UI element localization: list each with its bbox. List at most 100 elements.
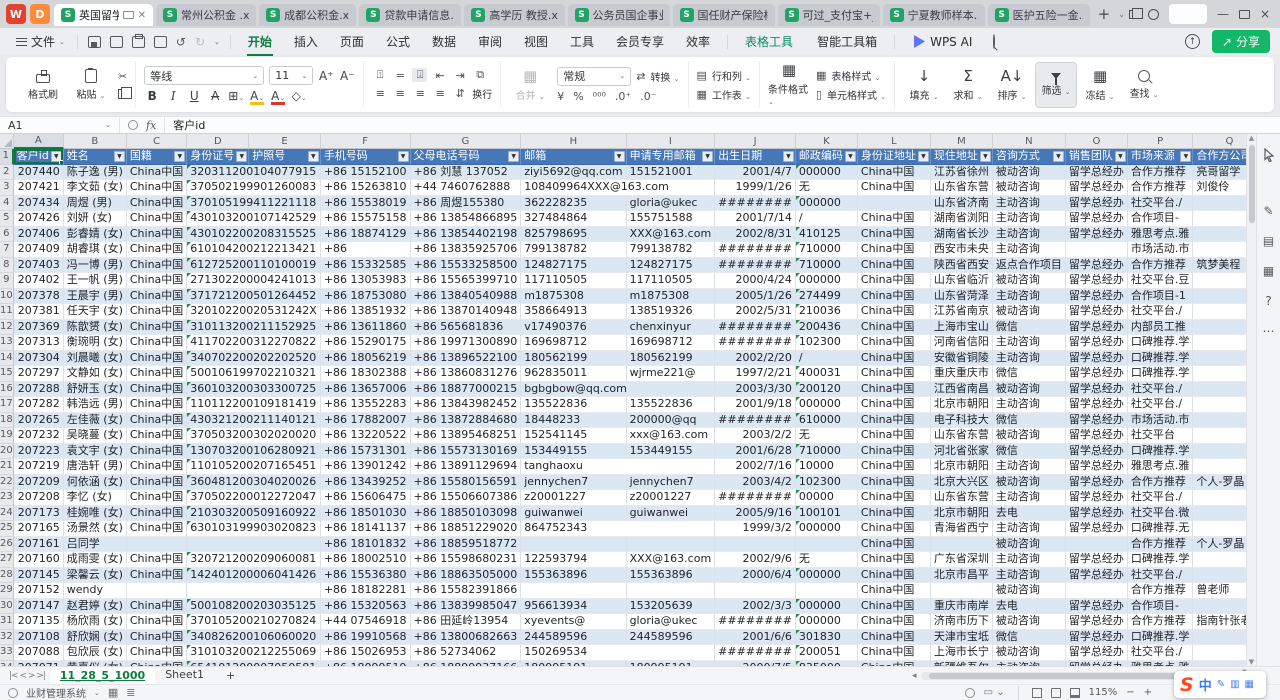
cell[interactable]: 周煜 (男) bbox=[64, 196, 127, 212]
cell[interactable]: China中国 bbox=[858, 273, 931, 289]
cell[interactable]: 冯一博 (男) bbox=[64, 258, 127, 274]
cell[interactable]: 210036 bbox=[796, 304, 858, 320]
cell[interactable]: 799138782 bbox=[627, 242, 716, 258]
cell[interactable]: 社交平台./ bbox=[1128, 490, 1194, 506]
cell[interactable]: 社交平台.微 bbox=[1128, 506, 1194, 522]
cell[interactable]: 微信 bbox=[993, 366, 1066, 382]
number-format-select[interactable]: 常规⌄ bbox=[557, 67, 631, 86]
cell[interactable]: 000000 bbox=[796, 614, 858, 630]
cell[interactable]: +86 13896522100 bbox=[411, 351, 522, 367]
row-number[interactable]: 6 bbox=[0, 227, 14, 243]
cell[interactable]: gloria@ukec bbox=[627, 614, 716, 630]
italic-button[interactable]: I bbox=[165, 89, 181, 103]
ime-mic-icon[interactable]: ▥ bbox=[1230, 679, 1239, 690]
cell[interactable]: China中国 bbox=[127, 289, 187, 305]
cell[interactable] bbox=[1066, 583, 1128, 599]
spreadsheet-grid[interactable]: ABCDEFGHIJKLMNOPQRSTU1客户id▼姓名▼国籍▼身份证号▼护照… bbox=[0, 134, 1246, 666]
cell[interactable] bbox=[127, 537, 187, 553]
cell[interactable]: 310103200212255069 bbox=[187, 645, 321, 661]
cell[interactable]: 142401200006041426 bbox=[187, 568, 321, 584]
cell[interactable]: 口碑推荐.学 bbox=[1128, 552, 1194, 568]
header-cell[interactable]: 市场来源▼ bbox=[1128, 149, 1194, 165]
cell[interactable]: 000000 bbox=[796, 273, 858, 289]
cell[interactable]: 2001/6/28 bbox=[715, 444, 796, 460]
cell[interactable]: 江苏省南京 bbox=[931, 304, 993, 320]
cell[interactable]: 济南市历下 bbox=[931, 614, 993, 630]
cell[interactable]: 371721200501264452 bbox=[187, 289, 321, 305]
cell[interactable]: +86 13854402198 bbox=[411, 227, 522, 243]
cell[interactable]: 山东省济南 bbox=[931, 196, 993, 212]
page-break-icon[interactable] bbox=[1070, 688, 1080, 698]
cell[interactable]: ######## bbox=[715, 645, 796, 661]
cell[interactable]: 360103200303300725 bbox=[187, 382, 321, 398]
cell[interactable]: +86 13220522 bbox=[321, 428, 411, 444]
cell[interactable]: 成雨雯 (女) bbox=[64, 552, 127, 568]
cell[interactable] bbox=[1193, 289, 1246, 305]
cell[interactable]: 207381 bbox=[14, 304, 64, 320]
cell[interactable]: 244589596 bbox=[627, 630, 716, 646]
cell[interactable]: 207406 bbox=[14, 227, 64, 243]
account-pill[interactable] bbox=[1169, 4, 1207, 24]
header-cell[interactable]: 手机号码▼ bbox=[321, 149, 411, 165]
cell[interactable] bbox=[521, 583, 626, 599]
cell[interactable]: +86 13872884680 bbox=[411, 413, 522, 429]
cell[interactable]: 207409 bbox=[14, 242, 64, 258]
cell[interactable]: 2002/9/6 bbox=[715, 552, 796, 568]
cell[interactable]: 雅思考点.雅 bbox=[1128, 227, 1194, 243]
system-chevron-icon[interactable]: ⌄ bbox=[94, 689, 100, 697]
cell[interactable]: 124827175 bbox=[627, 258, 716, 274]
document-tab[interactable]: S国任财产保险样本.xl bbox=[673, 4, 775, 26]
row-number[interactable]: 30 bbox=[0, 599, 14, 615]
ribbon-tool-查找[interactable]: 查找 ⌄ bbox=[1123, 62, 1165, 108]
cell[interactable]: 被动咨询 bbox=[993, 180, 1066, 196]
row-number[interactable]: 32 bbox=[0, 630, 14, 646]
cell[interactable]: 包欣辰 (女) bbox=[64, 645, 127, 661]
cell[interactable]: 301830 bbox=[796, 630, 858, 646]
cell[interactable]: 留学总经办 bbox=[1066, 366, 1128, 382]
cell[interactable]: 北京市昌平 bbox=[931, 568, 993, 584]
header-cell[interactable]: 客户id▼ bbox=[14, 149, 64, 165]
cell[interactable]: 陕西省西安 bbox=[931, 258, 993, 274]
cell[interactable]: 舒妍玉 (女) bbox=[64, 382, 127, 398]
cell[interactable]: 胡睿琪 (女) bbox=[64, 242, 127, 258]
share-button[interactable]: ↗ 分享 bbox=[1212, 30, 1270, 53]
system-name-label[interactable]: 业财管理系统 bbox=[26, 685, 86, 700]
cell[interactable]: 000000 bbox=[796, 196, 858, 212]
zoom-out-button[interactable]: − bbox=[1126, 687, 1134, 698]
cell[interactable]: +86 18851229020 bbox=[411, 521, 522, 537]
header-cell[interactable]: 姓名▼ bbox=[64, 149, 127, 165]
cell[interactable]: +86 13552283 bbox=[321, 397, 411, 413]
cell[interactable] bbox=[1193, 211, 1246, 227]
cell[interactable]: 任天宇 (女) bbox=[64, 304, 127, 320]
document-tab[interactable]: S贷款申请信息.xlsx bbox=[359, 4, 461, 26]
header-cell[interactable]: 护照号▼ bbox=[249, 149, 321, 165]
cell[interactable]: +44 07546918 bbox=[321, 614, 411, 630]
cell[interactable]: 2000/4/24 bbox=[715, 273, 796, 289]
cell[interactable]: China中国 bbox=[127, 521, 187, 537]
cell[interactable]: +86 18874129 bbox=[321, 227, 411, 243]
cell[interactable]: 社交平台./ bbox=[1128, 397, 1194, 413]
cell[interactable]: jennychen7 bbox=[521, 475, 626, 491]
cell[interactable]: 留学总经办 bbox=[1066, 273, 1128, 289]
add-sheet-button[interactable]: + bbox=[216, 668, 245, 683]
cell[interactable]: 244589596 bbox=[521, 630, 626, 646]
cell[interactable]: China中国 bbox=[858, 413, 931, 429]
filter-dropdown-icon[interactable]: ▼ bbox=[508, 151, 519, 162]
cell[interactable]: 110105200207165451 bbox=[187, 459, 321, 475]
cell[interactable]: XXX@163.com bbox=[627, 227, 716, 243]
cell[interactable]: +86 565681836 bbox=[411, 320, 522, 336]
cell[interactable]: 无 bbox=[796, 180, 858, 196]
cell[interactable] bbox=[1193, 196, 1246, 212]
cell[interactable]: 刘晨曦 (女) bbox=[64, 351, 127, 367]
cell[interactable]: China中国 bbox=[858, 537, 931, 553]
cell[interactable]: 000000 bbox=[796, 397, 858, 413]
menu-tab-开始[interactable]: 开始 bbox=[237, 29, 283, 54]
cell[interactable]: China中国 bbox=[127, 382, 187, 398]
cell[interactable]: +86 田延岭13954 bbox=[411, 614, 522, 630]
font-color-button[interactable]: A⌄ bbox=[270, 89, 286, 103]
cell[interactable]: 207160 bbox=[14, 552, 64, 568]
cell[interactable]: +86 13901242 bbox=[321, 459, 411, 475]
menu-tab-会员专享[interactable]: 会员专享 bbox=[605, 29, 675, 54]
cell[interactable]: China中国 bbox=[127, 459, 187, 475]
cell[interactable]: 000000 bbox=[796, 568, 858, 584]
